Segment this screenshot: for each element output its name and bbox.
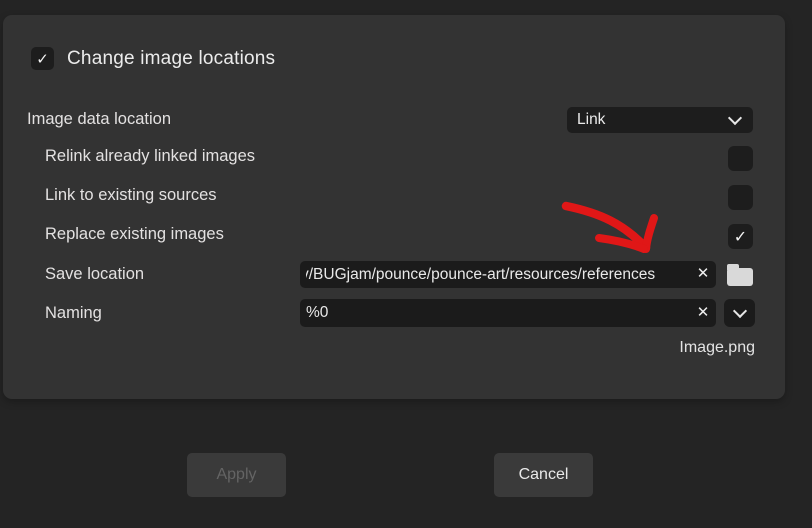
check-icon: ✓ bbox=[734, 227, 747, 247]
apply-button[interactable]: Apply bbox=[187, 453, 286, 497]
preview-filename: Image.png bbox=[679, 339, 755, 357]
relink-images-checkbox[interactable] bbox=[728, 146, 753, 171]
link-existing-label: Link to existing sources bbox=[45, 185, 217, 205]
naming-dropdown-button[interactable] bbox=[724, 299, 755, 327]
replace-images-label: Replace existing images bbox=[45, 224, 224, 244]
dialog-title: Change image locations bbox=[67, 48, 275, 70]
dropdown-selected-value: Link bbox=[567, 111, 730, 129]
save-location-label: Save location bbox=[45, 264, 144, 284]
chevron-down-icon bbox=[732, 304, 746, 318]
clear-icon[interactable]: ✕ bbox=[694, 265, 712, 283]
check-icon: ✓ bbox=[36, 50, 49, 68]
change-image-locations-checkbox[interactable]: ✓ bbox=[31, 47, 54, 70]
clear-icon[interactable]: ✕ bbox=[694, 304, 712, 322]
replace-images-checkbox[interactable]: ✓ bbox=[728, 224, 753, 249]
folder-icon bbox=[727, 268, 753, 286]
naming-input[interactable] bbox=[300, 299, 716, 327]
chevron-down-icon bbox=[728, 111, 742, 125]
relink-images-label: Relink already linked images bbox=[45, 146, 255, 166]
naming-label: Naming bbox=[45, 303, 102, 323]
image-data-location-label: Image data location bbox=[27, 109, 171, 129]
change-image-locations-dialog: ✓ Change image locations Image data loca… bbox=[3, 15, 785, 399]
browse-folder-button[interactable] bbox=[727, 265, 755, 287]
image-data-location-dropdown[interactable]: Link bbox=[567, 107, 753, 133]
link-existing-checkbox[interactable] bbox=[728, 185, 753, 210]
cancel-button[interactable]: Cancel bbox=[494, 453, 593, 497]
save-location-input[interactable] bbox=[300, 261, 716, 288]
